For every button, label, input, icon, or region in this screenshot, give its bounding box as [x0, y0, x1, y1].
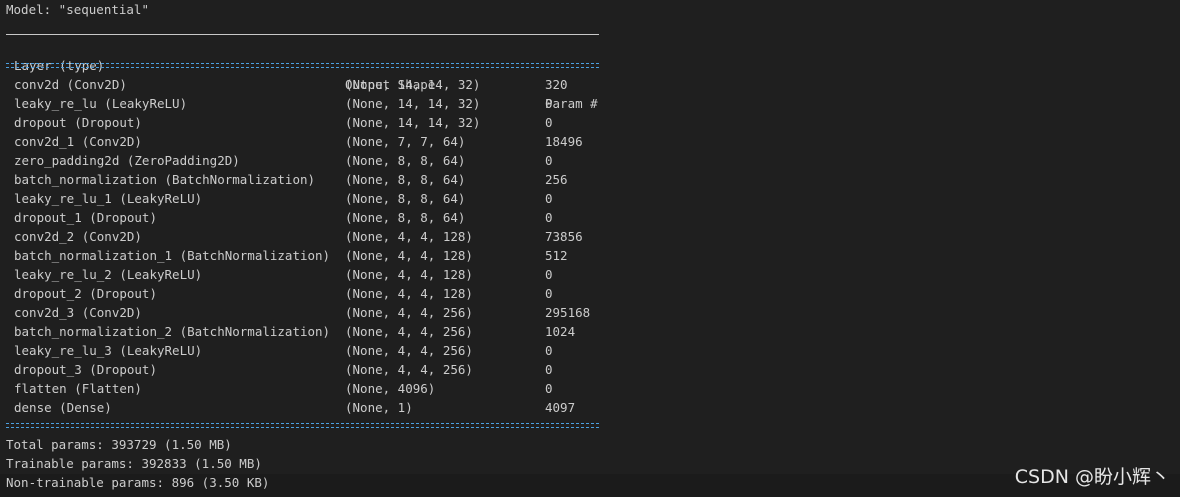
output-shape-cell: (None, 14, 14, 32)	[345, 115, 481, 130]
layer-name-cell: dropout (Dropout)	[14, 115, 142, 130]
table-row: conv2d_3 (Conv2D) (None, 4, 4, 256) 295168	[0, 303, 620, 322]
param-count-cell: 0	[545, 267, 553, 282]
output-shape-cell: (None, 4, 4, 256)	[345, 362, 473, 377]
layer-name-cell: leaky_re_lu (LeakyReLU)	[14, 96, 188, 111]
table-row: dropout (Dropout) (None, 14, 14, 32) 0	[0, 113, 620, 132]
terminal-output: Model: "sequential" Layer (type) Output …	[0, 0, 1180, 497]
layer-name-cell: batch_normalization_2 (BatchNormalizatio…	[14, 324, 331, 339]
table-row: dropout_3 (Dropout) (None, 4, 4, 256) 0	[0, 360, 620, 379]
table-row: leaky_re_lu_3 (LeakyReLU) (None, 4, 4, 25…	[0, 341, 620, 360]
footer-double-rule	[6, 423, 599, 428]
table-row: flatten (Flatten) (None, 4096) 0	[0, 379, 620, 398]
table-row: dropout_2 (Dropout) (None, 4, 4, 128) 0	[0, 284, 620, 303]
output-shape-cell: (None, 14, 14, 32)	[345, 77, 481, 92]
table-row: batch_normalization_1 (BatchNormalizatio…	[0, 246, 620, 265]
table-row: conv2d_1 (Conv2D) (None, 7, 7, 64) 18496	[0, 132, 620, 151]
table-row: zero_padding2d (ZeroPadding2D) (None, 8, …	[0, 151, 620, 170]
table-row: conv2d_2 (Conv2D) (None, 4, 4, 128) 73856	[0, 227, 620, 246]
param-count-cell: 1024	[545, 324, 576, 339]
output-shape-cell: (None, 4, 4, 256)	[345, 305, 473, 320]
layer-name-cell: conv2d_3 (Conv2D)	[14, 305, 142, 320]
layer-name-cell: leaky_re_lu_3 (LeakyReLU)	[14, 343, 203, 358]
output-shape-cell: (None, 1)	[345, 400, 413, 415]
layer-name-cell: batch_normalization_1 (BatchNormalizatio…	[14, 248, 331, 263]
watermark-text: CSDN @盼小辉丶	[1014, 466, 1170, 488]
table-row: conv2d (Conv2D) (None, 14, 14, 32) 320	[0, 75, 620, 94]
output-shape-cell: (None, 8, 8, 64)	[345, 153, 466, 168]
table-row: dropout_1 (Dropout) (None, 8, 8, 64) 0	[0, 208, 620, 227]
output-shape-cell: (None, 4, 4, 256)	[345, 343, 473, 358]
layer-name-cell: dropout_3 (Dropout)	[14, 362, 157, 377]
param-count-cell: 0	[545, 343, 553, 358]
layer-name-cell: zero_padding2d (ZeroPadding2D)	[14, 153, 240, 168]
param-count-cell: 295168	[545, 305, 591, 320]
output-shape-cell: (None, 4, 4, 128)	[345, 229, 473, 244]
param-count-cell: 0	[545, 210, 553, 225]
layer-name-cell: conv2d (Conv2D)	[14, 77, 127, 92]
layer-name-cell: dropout_1 (Dropout)	[14, 210, 157, 225]
output-shape-cell: (None, 7, 7, 64)	[345, 134, 466, 149]
table-header: Layer (type) Output Shape Param #	[0, 37, 620, 111]
table-row: leaky_re_lu (LeakyReLU) (None, 14, 14, 32…	[0, 94, 620, 113]
layer-name-cell: leaky_re_lu_1 (LeakyReLU)	[14, 191, 203, 206]
table-row: leaky_re_lu_1 (LeakyReLU) (None, 8, 8, 64…	[0, 189, 620, 208]
table-row: batch_normalization_2 (BatchNormalizatio…	[0, 322, 620, 341]
trainable-params-line: Trainable params: 392833 (1.50 MB)	[6, 456, 262, 471]
layer-name-cell: dense (Dense)	[14, 400, 112, 415]
param-count-cell: 0	[545, 153, 553, 168]
param-count-cell: 512	[545, 248, 568, 263]
output-shape-cell: (None, 14, 14, 32)	[345, 96, 481, 111]
param-count-cell: 18496	[545, 134, 583, 149]
param-count-cell: 320	[545, 77, 568, 92]
total-params-line: Total params: 393729 (1.50 MB)	[6, 437, 232, 452]
layer-name-cell: flatten (Flatten)	[14, 381, 142, 396]
param-count-cell: 0	[545, 191, 553, 206]
param-count-cell: 0	[545, 96, 553, 111]
param-count-cell: 0	[545, 286, 553, 301]
param-count-cell: 4097	[545, 400, 576, 415]
header-double-rule	[6, 63, 599, 68]
non-trainable-params-line: Non-trainable params: 896 (3.50 KB)	[6, 475, 270, 490]
table-row: dense (Dense) (None, 1) 4097	[0, 398, 620, 417]
param-count-cell: 0	[545, 362, 553, 377]
param-count-cell: 0	[545, 115, 553, 130]
layer-name-cell: dropout_2 (Dropout)	[14, 286, 157, 301]
layer-name-cell: conv2d_2 (Conv2D)	[14, 229, 142, 244]
param-count-cell: 0	[545, 381, 553, 396]
layer-name-cell: leaky_re_lu_2 (LeakyReLU)	[14, 267, 203, 282]
table-row: batch_normalization (BatchNormalization)…	[0, 170, 620, 189]
param-count-cell: 256	[545, 172, 568, 187]
output-shape-cell: (None, 4096)	[345, 381, 436, 396]
output-shape-cell: (None, 8, 8, 64)	[345, 172, 466, 187]
layer-name-cell: batch_normalization (BatchNormalization)	[14, 172, 316, 187]
output-shape-cell: (None, 4, 4, 128)	[345, 267, 473, 282]
output-shape-cell: (None, 4, 4, 128)	[345, 286, 473, 301]
output-shape-cell: (None, 4, 4, 256)	[345, 324, 473, 339]
table-row: leaky_re_lu_2 (LeakyReLU) (None, 4, 4, 12…	[0, 265, 620, 284]
output-shape-cell: (None, 8, 8, 64)	[345, 210, 466, 225]
output-shape-cell: (None, 8, 8, 64)	[345, 191, 466, 206]
layer-name-cell: conv2d_1 (Conv2D)	[14, 134, 142, 149]
model-name-line: Model: "sequential"	[6, 2, 149, 17]
output-shape-cell: (None, 4, 4, 128)	[345, 248, 473, 263]
param-count-cell: 73856	[545, 229, 583, 244]
top-rule	[6, 34, 599, 35]
